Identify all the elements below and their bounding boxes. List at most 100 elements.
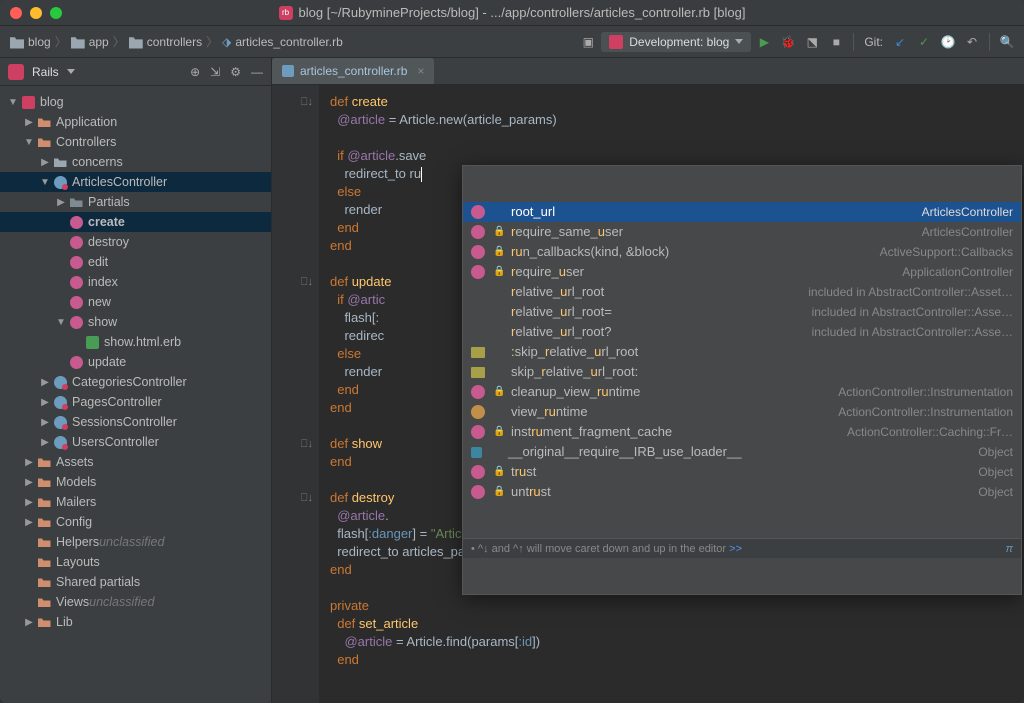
tree-item[interactable]: ▶Lib [0,612,271,632]
vcs-update-button[interactable]: ↙ [889,31,911,53]
tree-twisty[interactable]: ▼ [54,317,68,328]
locate-icon[interactable]: ⊕ [190,65,200,79]
vcs-revert-button[interactable]: ↶ [961,31,983,53]
tree-item[interactable]: ▼ show [0,312,271,332]
debug-button[interactable]: 🐞 [777,31,799,53]
tree-item[interactable]: ▶Models [0,472,271,492]
tree-label: show [88,315,117,329]
completion-origin: ApplicationController [902,263,1013,281]
tree-twisty[interactable]: ▼ [38,177,52,188]
code-completion-popup[interactable]: root_urlArticlesController🔒require_same_… [462,165,1022,595]
completion-item[interactable]: 🔒run_callbacks(kind, &block)ActiveSuppor… [463,242,1021,262]
coverage-button[interactable]: ⬔ [801,31,823,53]
tree-item[interactable]: ▶PagesController [0,392,271,412]
completion-item[interactable]: relative_url_root=included in AbstractCo… [463,302,1021,322]
tree-item[interactable]: ▼blog [0,92,271,112]
completion-item[interactable]: :skip_relative_url_root [463,342,1021,362]
tree-item[interactable]: Views unclassified [0,592,271,612]
completion-item[interactable]: relative_url_root?included in AbstractCo… [463,322,1021,342]
search-everywhere-button[interactable]: 🔍 [996,31,1018,53]
tree-twisty[interactable]: ▶ [38,417,52,428]
minimize-window-button[interactable] [30,7,42,19]
completion-label: :skip_relative_url_root [511,343,638,361]
settings-icon[interactable]: ⚙ [230,65,241,79]
editor-tab[interactable]: articles_controller.rb × [272,58,434,84]
tree-item[interactable]: ▶concerns [0,152,271,172]
tree-twisty[interactable]: ▶ [38,377,52,388]
tree-item[interactable]: update [0,352,271,372]
tree-twisty[interactable]: ▶ [22,117,36,128]
completion-more-link[interactable]: >> [729,540,742,558]
project-tree[interactable]: ▼blog ▶ Application ▼Controllers▶concerns▼A… [0,86,271,703]
rails-icon [8,64,24,80]
tree-item[interactable]: index [0,272,271,292]
close-tab-icon[interactable]: × [417,64,424,78]
close-window-button[interactable] [10,7,22,19]
tree-item[interactable]: ▼Controllers [0,132,271,152]
completion-kind-icon [471,425,485,439]
hide-icon[interactable]: — [251,65,263,79]
code-area[interactable]: ⎕↓ ⎕↓ ⎕↓ ⎕↓ def create @article = Articl… [272,85,1024,703]
code-text[interactable]: def create @article = Article.new(articl… [320,85,1024,703]
run-configuration-selector[interactable]: Development: blog [601,32,751,52]
tree-item[interactable]: ▶Assets [0,452,271,472]
tree-label: Application [56,115,117,129]
tree-item[interactable]: ▶UsersController [0,432,271,452]
tree-twisty[interactable]: ▶ [38,157,52,168]
completion-item[interactable]: __original__require__IRB_use_loader__Obj… [463,442,1021,462]
tree-twisty[interactable]: ▶ [38,397,52,408]
tree-item[interactable]: ▶ Application [0,112,271,132]
tree-item[interactable]: ▶Config [0,512,271,532]
vcs-history-button[interactable]: 🕑 [937,31,959,53]
completion-item[interactable]: 🔒cleanup_view_runtimeActionController::I… [463,382,1021,402]
breadcrumb[interactable]: blog〉 app〉 controllers〉 ⬗ articles_contr… [6,33,347,50]
tree-item[interactable]: new [0,292,271,312]
tree-item[interactable]: ▶Mailers [0,492,271,512]
completion-item[interactable]: relative_url_rootincluded in AbstractCon… [463,282,1021,302]
tree-item[interactable]: Layouts [0,552,271,572]
completion-item[interactable]: 🔒require_userApplicationController [463,262,1021,282]
completion-item[interactable]: 🔒trustObject [463,462,1021,482]
tree-item[interactable]: create [0,212,271,232]
completion-item[interactable]: view_runtimeActionController::Instrument… [463,402,1021,422]
dir-o-icon [36,515,52,529]
tree-twisty[interactable]: ▼ [22,137,36,148]
tree-item[interactable]: ▶SessionsController [0,412,271,432]
zoom-window-button[interactable] [50,7,62,19]
completion-kind-icon [471,465,485,479]
completion-item[interactable]: skip_relative_url_root: [463,362,1021,382]
tree-twisty[interactable]: ▶ [22,517,36,528]
rails-icon [609,35,623,49]
dir-o-icon [36,615,52,629]
tree-item[interactable]: ▼ArticlesController [0,172,271,192]
tree-item[interactable]: edit [0,252,271,272]
tree-twisty[interactable]: ▶ [54,197,68,208]
tree-item[interactable]: ▶Partials [0,192,271,212]
tree-twisty[interactable]: ▶ [22,477,36,488]
tree-item[interactable]: ▶CategoriesController [0,372,271,392]
tree-twisty[interactable]: ▶ [22,497,36,508]
tree-twisty[interactable]: ▶ [38,437,52,448]
collapse-icon[interactable]: ⇲ [210,65,220,79]
completion-label: run_callbacks(kind, &block) [511,243,669,261]
completion-item[interactable]: root_urlArticlesController [463,202,1021,222]
completion-item[interactable]: 🔒untrustObject [463,482,1021,502]
completion-item[interactable]: 🔒require_same_userArticlesController [463,222,1021,242]
stop-button[interactable]: ■ [825,31,847,53]
dir-o-icon [36,575,52,589]
tree-twisty[interactable]: ▼ [6,97,20,108]
tree-item[interactable]: show.html.erb [0,332,271,352]
run-button[interactable]: ▶ [753,31,775,53]
main-split: Rails ⊕ ⇲ ⚙ — ▼blog▶Application▼Controll… [0,58,1024,703]
vcs-commit-button[interactable]: ✓ [913,31,935,53]
tree-twisty[interactable]: ▶ [22,457,36,468]
completion-origin: ActionController::Instrumentation [838,383,1013,401]
tree-item[interactable]: destroy [0,232,271,252]
completion-item[interactable]: 🔒instrument_fragment_cacheActionControll… [463,422,1021,442]
tree-item[interactable]: Shared partials [0,572,271,592]
tree-twisty[interactable]: ▶ [22,617,36,628]
dir-o-icon [36,475,52,489]
tree-item[interactable]: Helpers unclassified [0,532,271,552]
build-button[interactable]: ▣ [577,31,599,53]
gutter: ⎕↓ ⎕↓ ⎕↓ ⎕↓ [272,85,320,703]
